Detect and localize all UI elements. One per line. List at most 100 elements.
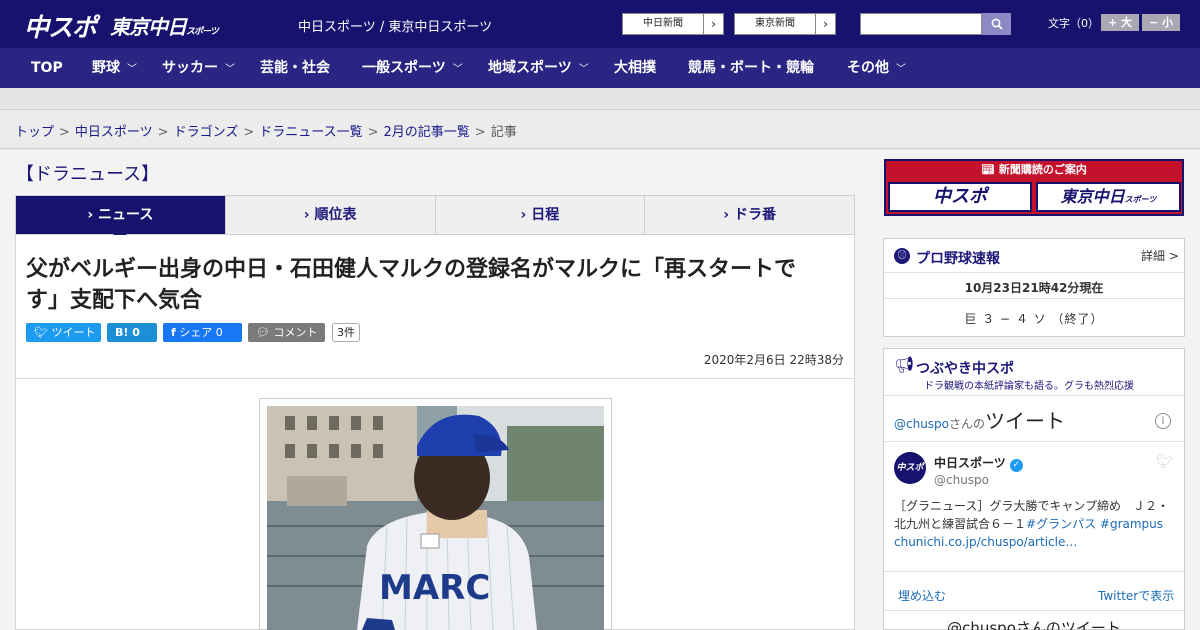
tweet-account-name[interactable]: 中日スポーツ ✓	[934, 454, 1023, 472]
tweets-handle-link[interactable]: @chuspo	[894, 417, 949, 431]
baseball-icon: ⚾︎	[894, 248, 910, 264]
breadcrumb-separator: >	[474, 125, 486, 140]
article-date: 2020年2月6日 22時38分	[703, 353, 844, 367]
search-input[interactable]	[860, 13, 982, 35]
breadcrumb-separator: >	[59, 125, 70, 140]
tweets-handle-suffix: さんの	[949, 417, 986, 431]
nav-label: TOP	[31, 60, 63, 76]
embed-link[interactable]: 埋め込む	[898, 587, 946, 604]
breadcrumb-current: 記事	[490, 125, 517, 140]
nav-item-racing[interactable]: 競馬・ボート・競輪	[688, 48, 814, 88]
tab-news[interactable]: › ニュース	[16, 196, 226, 241]
avatar[interactable]: 中スポ	[894, 452, 926, 484]
chevron-down-icon: ﹀	[225, 64, 235, 75]
facebook-share-button[interactable]: f シェア 0	[163, 323, 242, 342]
nav-item-top[interactable]: TOP	[31, 48, 63, 88]
game-score[interactable]: 巨 ３ − ４ ソ （終了）	[883, 310, 1185, 327]
twitter-widget-title: つぶやき中スポ	[916, 361, 1014, 377]
tokyo-logo-text: 東京中日	[110, 15, 187, 39]
tokyo-shimbun-link[interactable]: 東京新聞 ›	[734, 13, 836, 35]
widget-divider	[884, 395, 1184, 396]
nav-label: サッカー	[162, 60, 218, 76]
nav-item-general-sports[interactable]: 一般スポーツ ﹀	[362, 48, 463, 88]
article-photo[interactable]: MARC	[267, 406, 604, 630]
jersey-text: MARC	[379, 568, 490, 608]
nav-item-baseball[interactable]: 野球 ﹀	[92, 48, 137, 88]
baseball-detail-link[interactable]: 詳細 >	[1141, 247, 1179, 264]
breadcrumb-link-chunichi-sports[interactable]: 中日スポーツ	[75, 125, 153, 140]
player-photo-illustration: MARC	[267, 406, 604, 630]
site-title[interactable]: 中日スポーツ / 東京中日スポーツ	[298, 16, 492, 35]
widget-divider	[884, 272, 1184, 273]
tab-standings[interactable]: › 順位表	[226, 196, 436, 234]
search-button[interactable]	[982, 13, 1011, 35]
hatena-bookmark-button[interactable]: B! 0	[107, 323, 157, 342]
tab-label: 順位表	[314, 207, 357, 223]
info-icon[interactable]: i	[1155, 413, 1171, 429]
view-on-twitter-link[interactable]: Twitterで表示	[1098, 587, 1174, 604]
nav-label: 競馬・ボート・競輪	[688, 60, 814, 76]
chuspo-logo[interactable]: 中スポ	[24, 8, 97, 44]
nav-label: 大相撲	[614, 60, 656, 76]
nav-item-entertainment[interactable]: 芸能・社会	[260, 48, 330, 88]
tweets-header: @chuspoさんのツイート	[894, 405, 1065, 434]
facebook-icon: f	[171, 326, 176, 339]
widget-divider	[884, 441, 1184, 442]
breadcrumb-separator: >	[157, 125, 169, 140]
dragons-tabs: › ニュース › 順位表 › 日程 › ドラ番	[15, 195, 855, 241]
breadcrumb-link-dora-news[interactable]: ドラニュース一覧	[259, 125, 362, 140]
nav-label: 芸能・社会	[260, 60, 330, 76]
nav-label: 地域スポーツ	[488, 60, 572, 76]
score-timestamp: 10月23日21時42分現在	[964, 281, 1104, 295]
tweet-text: ［グラニュース］グラ大勝でキャンプ締め Ｊ２・北九州と練習試合６－１#グランパス…	[894, 497, 1176, 551]
baseball-widget-title: プロ野球速報	[916, 251, 1000, 267]
chevron-down-icon: ﹀	[452, 64, 463, 75]
comment-button[interactable]: 💬︎ コメント	[248, 323, 325, 342]
ad-logo-tokyo-chunichi[interactable]: 東京中日スポーツ	[1036, 182, 1181, 212]
nav-item-sumo[interactable]: 大相撲	[614, 48, 656, 88]
tokyo-chunichi-logo[interactable]: 東京中日スポーツ	[110, 11, 219, 40]
breadcrumb-link-dragons[interactable]: ドラゴンズ	[174, 125, 239, 140]
search-icon	[991, 18, 1003, 30]
facebook-share-label: シェア 0	[179, 326, 223, 339]
breadcrumb-link-february[interactable]: 2月の記事一覧	[384, 125, 470, 140]
widget-divider	[884, 298, 1184, 299]
breadcrumb-separator: >	[367, 125, 379, 140]
chevron-down-icon: ﹀	[127, 64, 137, 75]
tab-schedule[interactable]: › 日程	[436, 196, 646, 234]
breadcrumb-link-top[interactable]: トップ	[15, 125, 54, 140]
tweets-footer-link[interactable]: @chuspoさんのツイート	[884, 617, 1184, 630]
tweet-account-handle[interactable]: @chuspo	[934, 473, 989, 487]
nav-item-other[interactable]: その他 ﹀	[847, 48, 906, 88]
comment-bubble-icon: 💬︎	[256, 326, 270, 339]
breadcrumb: トップ > 中日スポーツ > ドラゴンズ > ドラニュース一覧 >2月の記事一覧 > 記事	[15, 121, 517, 140]
ad-logo-chuspo[interactable]: 中スポ	[888, 182, 1032, 212]
tab-label: 日程	[531, 207, 560, 223]
chunichi-shimbun-link[interactable]: 中日新聞 ›	[622, 13, 724, 35]
comment-label: コメント	[273, 326, 318, 339]
nav-item-soccer[interactable]: サッカー ﹀	[162, 48, 235, 88]
hashtag-link[interactable]: #グランパス	[1026, 517, 1096, 531]
chevron-down-icon: ﹀	[896, 64, 906, 75]
font-size-increase-button[interactable]: + 大	[1101, 14, 1139, 31]
tweet-button[interactable]: 🐦︎ ツイート	[26, 323, 101, 342]
hashtag-link[interactable]: #grampus	[1100, 517, 1163, 531]
tweet-url-link[interactable]: chunichi.co.jp/chuspo/article…	[894, 535, 1077, 549]
ad-logo-tokyo-text: 東京中日	[1060, 187, 1125, 206]
nav-label: 一般スポーツ	[362, 60, 446, 76]
tokyo-logo-sub: スポーツ	[186, 27, 219, 37]
section-title: 【ドラニュース】	[16, 164, 160, 185]
comment-count-badge: 3件	[332, 323, 360, 342]
article-headline: 父がベルギー出身の中日・石田健人マルクの登録名がマルクに「再スタートです」支配下…	[26, 257, 797, 313]
nav-label: その他	[847, 60, 889, 76]
font-size-decrease-button[interactable]: − 小	[1142, 14, 1180, 31]
ad-logo-tokyo-sub: スポーツ	[1124, 195, 1157, 204]
tweet-label: ツイート	[51, 326, 96, 339]
tab-dora-ban[interactable]: › ドラ番	[645, 196, 854, 234]
megaphone-icon: 📢︎	[894, 355, 915, 374]
twitter-bird-icon: 🐦︎	[1156, 454, 1174, 470]
widget-divider	[884, 571, 1184, 572]
chevron-down-icon: ﹀	[578, 64, 589, 75]
nav-item-local-sports[interactable]: 地域スポーツ ﹀	[488, 48, 589, 88]
tweets-heading: ツイート	[985, 409, 1066, 433]
